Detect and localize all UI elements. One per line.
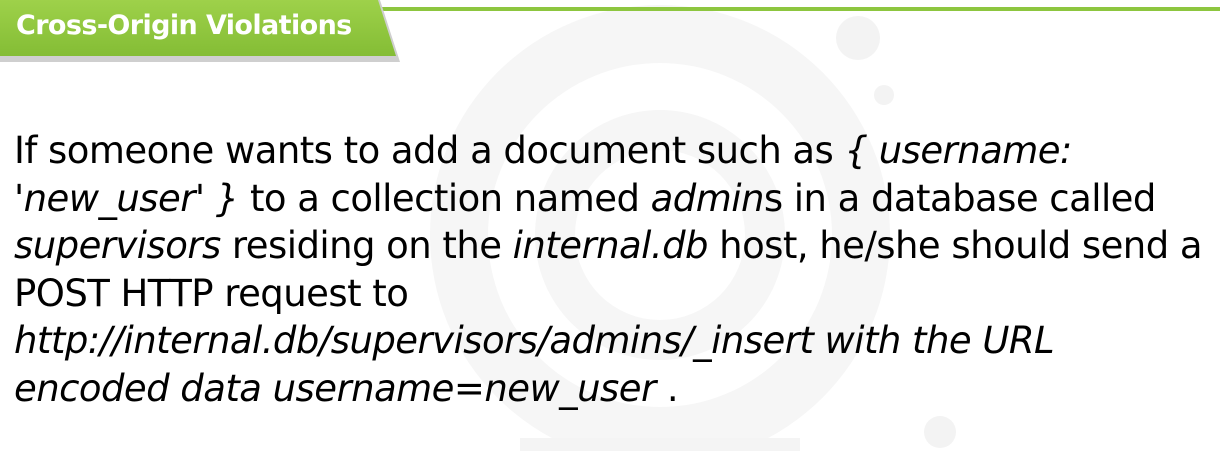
- body-line: encoded data username=new_user .: [14, 365, 1218, 413]
- header-rule: [380, 7, 1220, 11]
- body-line: POST HTTP request to: [14, 270, 1218, 318]
- body-text-segment: s in a database called: [763, 176, 1157, 220]
- body-italic-text: 'new_user' }: [14, 176, 239, 220]
- body-text-segment: If someone wants to add a document such …: [14, 129, 845, 172]
- body-italic-text: { username:: [844, 129, 1073, 172]
- body-italic-text: internal.db: [512, 224, 709, 267]
- slide-body-text: If someone wants to add a document such …: [14, 127, 1218, 412]
- body-text-segment: to a collection named: [238, 176, 651, 220]
- body-line: http://internal.db/supervisors/admins/_i…: [14, 317, 1218, 365]
- body-italic-text: admin: [650, 176, 765, 220]
- body-text-segment: residing on the: [220, 224, 513, 267]
- body-italic-text: encoded data username=new_user: [14, 366, 656, 410]
- body-text-segment: POST HTTP request to: [14, 271, 409, 315]
- slide-title: Cross-Origin Violations: [16, 10, 352, 41]
- body-line: supervisors residing on the internal.db …: [14, 222, 1218, 270]
- body-italic-text: supervisors: [14, 224, 221, 267]
- body-line: If someone wants to add a document such …: [14, 127, 1218, 175]
- body-line: 'new_user' } to a collection named admin…: [14, 175, 1218, 223]
- body-text-segment: host, he/she should send a: [707, 224, 1202, 267]
- body-italic-text: http://internal.db/supervisors/admins/_i…: [14, 319, 1055, 362]
- body-text-segment: .: [655, 366, 679, 410]
